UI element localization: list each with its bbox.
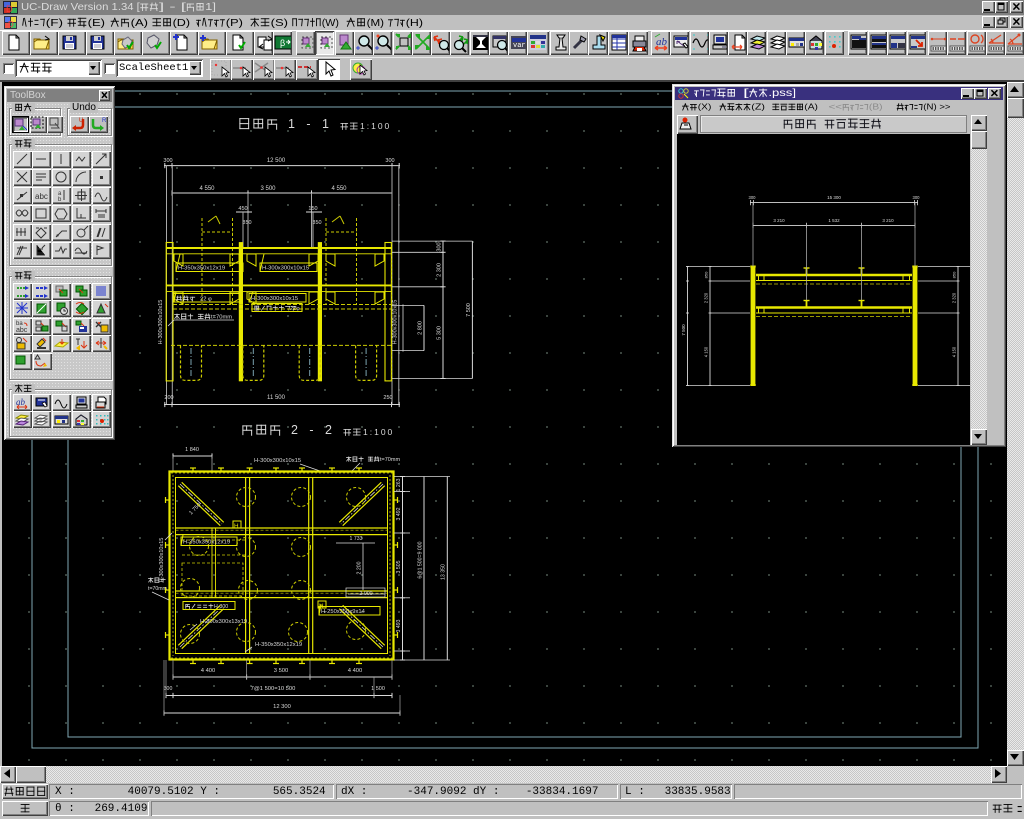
svg-text:4 550: 4 550 (199, 186, 215, 192)
svg-text:3 492: 3 492 (396, 507, 402, 520)
svg-text:1 840: 1 840 (185, 447, 199, 453)
svg-text:22: 22 (200, 297, 206, 303)
svg-text:b: b (58, 197, 62, 202)
svg-text:2 - 2: 2 - 2 (291, 423, 336, 437)
svg-text:4 550: 4 550 (331, 186, 347, 192)
svg-text:300: 300 (164, 686, 173, 692)
svg-text:.pss]: .pss] (768, 88, 796, 99)
svg-text:(Z): (Z) (751, 103, 765, 112)
svg-text:1 750: 1 750 (188, 502, 202, 516)
svg-text:H-350x350x12x19: H-350x350x12x19 (255, 642, 302, 648)
svg-text:6@1 500=9 000: 6@1 500=9 000 (418, 541, 424, 578)
svg-text:1:100: 1:100 (363, 427, 394, 437)
svg-text:2 300: 2 300 (437, 263, 443, 277)
svg-text:(N) >>: (N) >> (923, 103, 950, 112)
svg-text:H: H (234, 523, 239, 530)
svg-text:450: 450 (238, 206, 247, 212)
svg-text:1:100: 1:100 (360, 121, 391, 131)
svg-text:H-300x300x10x15: H-300x300x10x15 (251, 296, 298, 302)
svg-text:7 500: 7 500 (466, 303, 472, 317)
svg-text:2 800: 2 800 (417, 321, 423, 335)
svg-text:350: 350 (312, 220, 321, 226)
svg-text:abc: abc (16, 327, 28, 333)
svg-text:300: 300 (437, 242, 443, 251)
svg-text:H-300: H-300 (214, 604, 228, 610)
svg-text:7@1 500=10 500: 7@1 500=10 500 (251, 686, 296, 692)
svg-text:H-350x350x12x19: H-350x350x12x19 (183, 540, 230, 546)
svg-text:4 400: 4 400 (201, 668, 216, 674)
svg-text:1 532: 1 532 (828, 218, 840, 223)
svg-text:850: 850 (704, 271, 709, 278)
svg-text:3 505: 3 505 (396, 560, 402, 573)
svg-text:H-300x300x10x15: H-300x300x10x15 (159, 538, 165, 583)
svg-text:2 000: 2 000 (360, 591, 373, 597)
svg-text:(A): (A) (804, 103, 818, 112)
svg-text:4 400: 4 400 (348, 668, 363, 674)
svg-text:H-350x350x12x19: H-350x350x12x19 (178, 266, 225, 272)
svg-text:H-300x300x13x19: H-300x300x13x19 (200, 619, 247, 625)
svg-text:H-300x300x10x15: H-300x300x10x15 (393, 300, 399, 345)
svg-text:300: 300 (749, 195, 757, 200)
svg-text:t=70mm: t=70mm (380, 457, 400, 463)
svg-text:300: 300 (385, 158, 394, 164)
svg-text:(B): (B) (869, 103, 883, 112)
svg-text:250: 250 (383, 395, 392, 401)
svg-text:abc: abc (35, 192, 48, 201)
svg-text:12 500: 12 500 (267, 158, 286, 164)
svg-text:3 500: 3 500 (274, 668, 289, 674)
svg-text:3 210: 3 210 (773, 218, 785, 223)
svg-text:13 350: 13 350 (441, 564, 447, 580)
svg-text:150: 150 (308, 206, 317, 212)
svg-text:1 263: 1 263 (396, 478, 402, 491)
svg-text:3 500: 3 500 (260, 186, 276, 192)
svg-text:850: 850 (952, 271, 957, 278)
svg-text:4 150: 4 150 (952, 346, 957, 357)
svg-text:[: [ (743, 88, 749, 99)
svg-text:3 493: 3 493 (396, 619, 402, 632)
svg-text:12 300: 12 300 (273, 704, 291, 710)
svg-text:15 300: 15 300 (827, 195, 841, 200)
svg-text:<<: << (828, 103, 842, 112)
svg-text:φ: φ (208, 297, 212, 303)
svg-text:H-300x300x10x15: H-300x300x10x15 (158, 300, 164, 345)
svg-text:4 150: 4 150 (704, 346, 709, 357)
svg-text:1 500: 1 500 (371, 686, 385, 692)
svg-text:H-300x300x10x15: H-300x300x10x15 (254, 458, 301, 464)
svg-text:5 300: 5 300 (437, 326, 443, 340)
svg-text:2 320: 2 320 (952, 292, 957, 303)
svg-text:ab: ab (16, 397, 26, 407)
svg-text:200: 200 (164, 395, 173, 401)
svg-text:H-300x300x10x15: H-300x300x10x15 (262, 266, 309, 272)
svg-text:1 - 1: 1 - 1 (288, 117, 333, 131)
svg-text:300: 300 (163, 158, 172, 164)
svg-text:t=70mm: t=70mm (148, 586, 167, 592)
svg-text:7 500: 7 500 (681, 324, 686, 336)
svg-text:H-250x250x9x14: H-250x250x9x14 (321, 609, 366, 615)
svg-text:2 200: 2 200 (357, 561, 363, 574)
svg-text:U: U (79, 118, 83, 124)
svg-text:350: 350 (242, 220, 251, 226)
svg-text:2 320: 2 320 (704, 292, 709, 303)
svg-text::: : (1014, 803, 1024, 815)
svg-text:(X): (X) (698, 103, 712, 112)
svg-text:11 500: 11 500 (267, 395, 286, 401)
svg-text:R: R (102, 118, 106, 124)
svg-text:3 210: 3 210 (882, 218, 894, 223)
svg-text:1 733: 1 733 (350, 536, 363, 542)
svg-text:300: 300 (913, 195, 921, 200)
